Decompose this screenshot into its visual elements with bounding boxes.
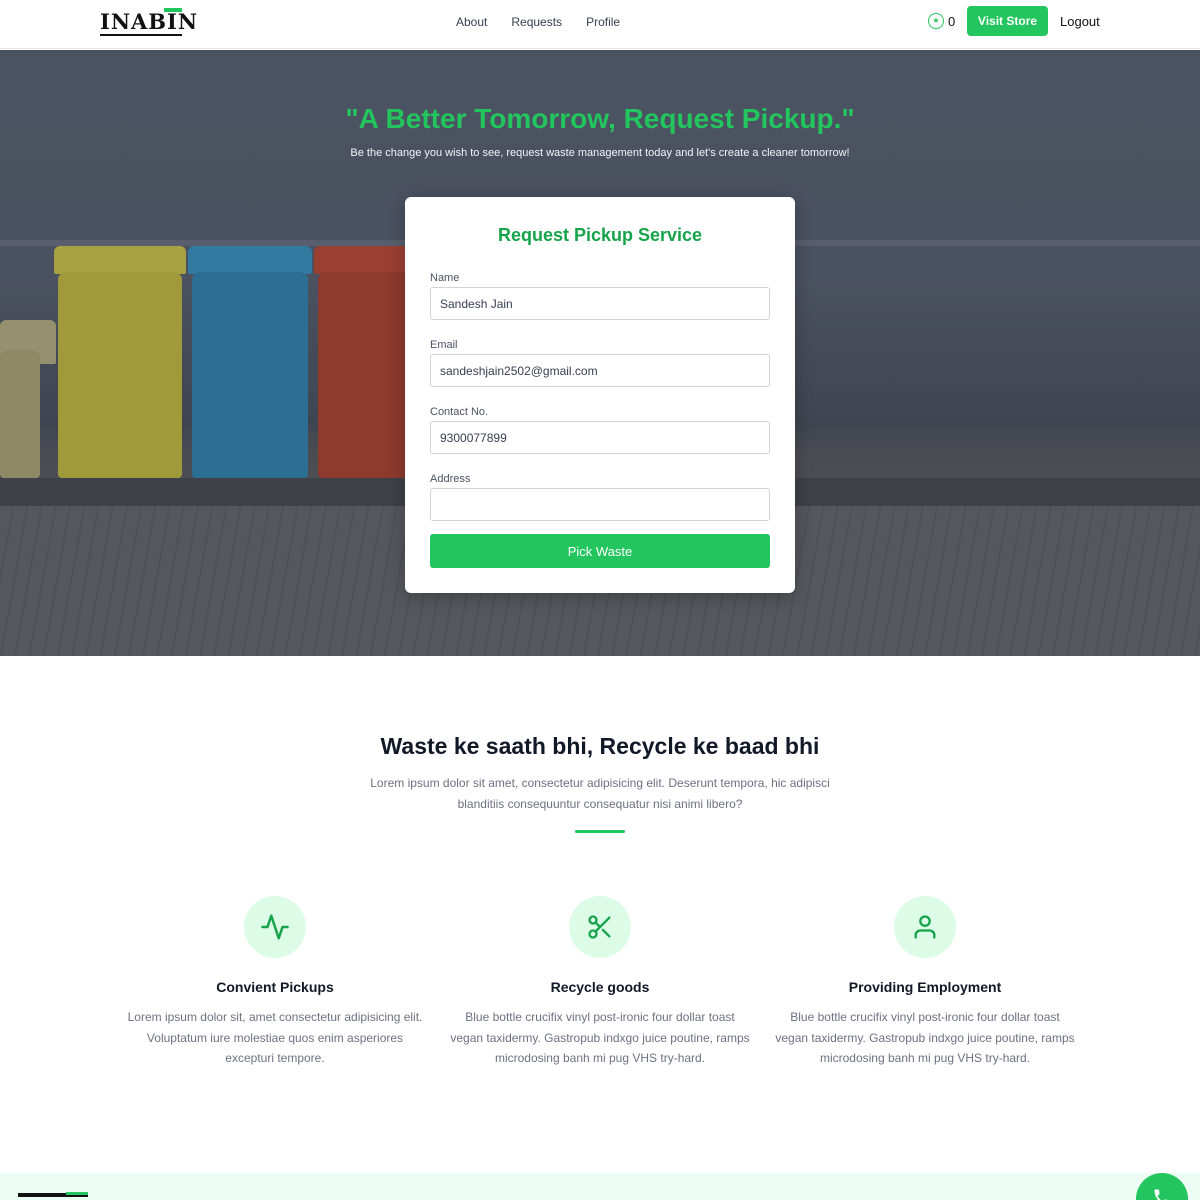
logo[interactable]: INABIN [100,8,197,38]
name-input[interactable] [430,287,770,320]
activity-icon [244,896,306,958]
logo-underline [100,34,182,36]
logout-link[interactable]: Logout [1060,14,1100,30]
hero-subtitle: Be the change you wish to see, request w… [350,147,850,159]
name-label: Name [430,272,460,284]
email-label: Email [430,339,458,351]
bin-lid-yellow [54,246,186,274]
contact-label: Contact No. [430,406,489,418]
feature-text: Blue bottle crucifix vinyl post-ironic f… [775,1010,1075,1065]
feature-title: Recycle goods [550,979,650,995]
bin-blue [192,272,308,478]
feature-text: Lorem ipsum dolor sit, amet consectetur … [127,1010,423,1065]
address-label: Address [430,473,471,485]
nav-link-requests[interactable]: Requests [511,14,562,30]
bin-red [318,272,418,478]
section-divider [575,830,625,833]
visit-store-button[interactable]: Visit Store [967,6,1048,36]
contact-input[interactable] [430,421,770,454]
features-title: Waste ke saath bhi, Recycle ke baad bhi [380,733,820,759]
feature-text: Blue bottle crucifix vinyl post-ironic f… [450,1010,750,1065]
features-description: Lorem ipsum dolor sit amet, consectetur … [370,776,830,811]
logo-text: INABIN [100,9,199,34]
pick-waste-button[interactable]: Pick Waste [430,534,770,568]
navbar: INABIN About Requests Profile ★ 0 Visit … [0,0,1200,49]
nav-link-profile[interactable]: Profile [586,14,620,30]
star-icon: ★ [928,13,944,29]
user-icon [894,896,956,958]
feature-title: Convient Pickups [216,979,334,995]
footer-logo-accent [66,1192,88,1195]
points-counter[interactable]: ★ 0 [928,13,955,29]
footer [0,1173,1200,1200]
bin-yellow [58,272,182,478]
bin-cream [0,350,40,478]
points-value: 0 [948,13,956,29]
address-input[interactable] [430,488,770,521]
nav-link-about[interactable]: About [456,14,487,30]
hero-title: "A Better Tomorrow, Request Pickup." [345,103,855,134]
bin-lid-blue [188,246,312,274]
pickup-request-form: Request Pickup Service Name Email Contac… [405,197,795,593]
scissors-icon [569,896,631,958]
email-input[interactable] [430,354,770,387]
feature-title: Providing Employment [848,979,1002,995]
nav-links: About Requests Profile [456,14,620,30]
form-title: Request Pickup Service [497,225,703,245]
